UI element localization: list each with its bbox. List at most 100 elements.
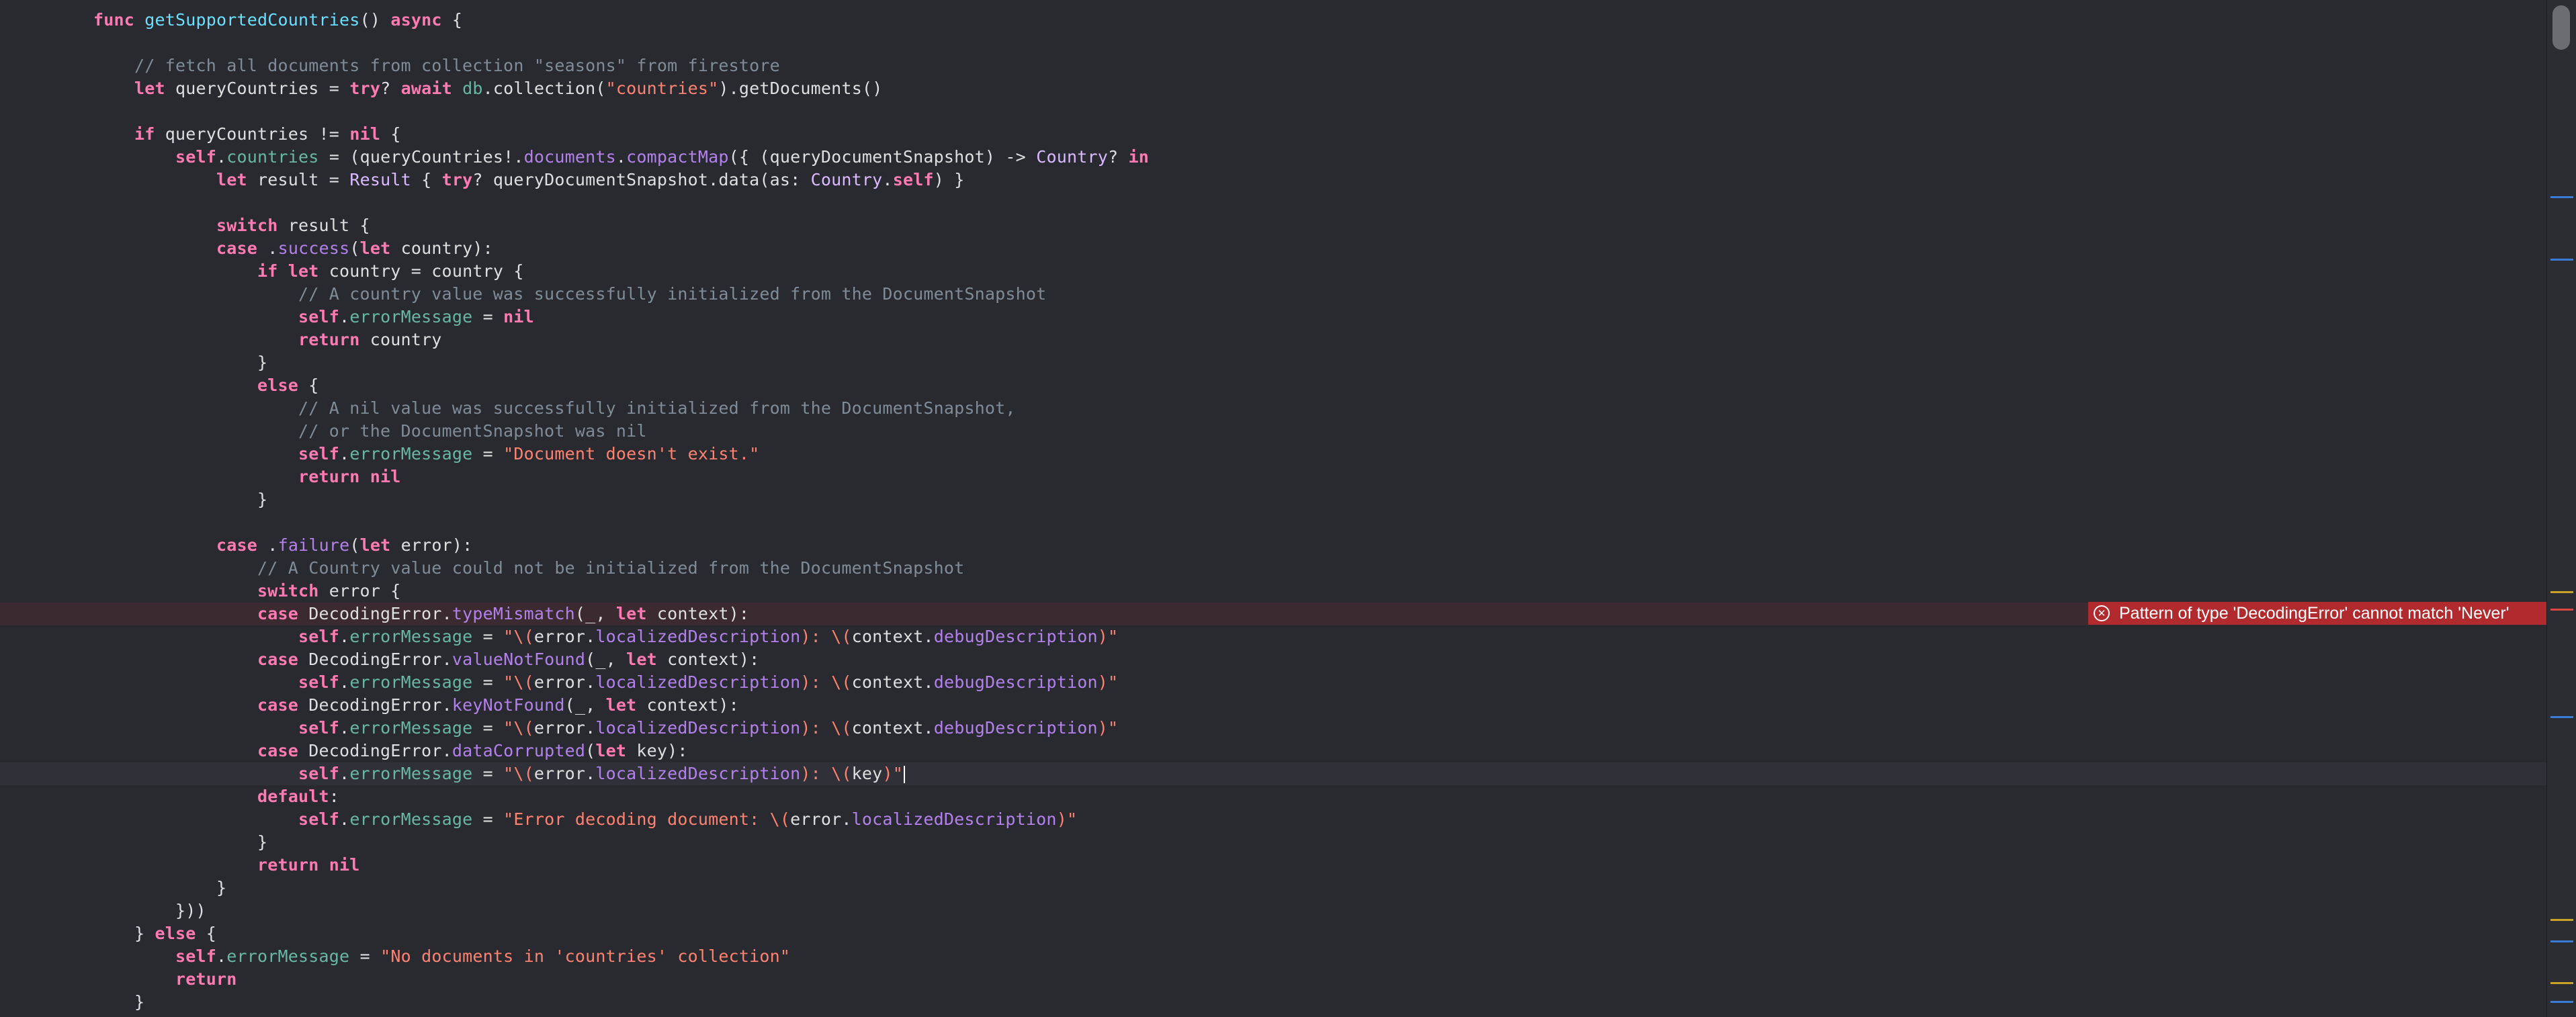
code-line[interactable]: if let country = country {: [0, 260, 2546, 283]
code-token: .: [216, 147, 227, 167]
code-line[interactable]: self.errorMessage = "Document doesn't ex…: [0, 443, 2546, 466]
code-token: }: [216, 878, 227, 897]
code-line[interactable]: switch result {: [0, 214, 2546, 237]
error-annotation[interactable]: ✕ Pattern of type 'DecodingError' cannot…: [2088, 602, 2546, 625]
code-token: =: [472, 809, 504, 829]
code-token: =: [472, 307, 504, 326]
code-line[interactable]: case DecodingError.valueNotFound(_, let …: [0, 648, 2546, 671]
code-line[interactable]: return nil: [0, 854, 2546, 877]
code-token: ): \(: [800, 718, 852, 738]
scrollbar-thumb[interactable]: [2552, 5, 2570, 50]
code-token: error):: [390, 535, 473, 555]
code-line[interactable]: // fetch all documents from collection "…: [0, 54, 2546, 77]
code-line[interactable]: case .failure(let error):: [0, 534, 2546, 557]
code-token: .: [615, 147, 627, 167]
code-token: ): \(: [800, 764, 852, 783]
code-line[interactable]: }: [0, 991, 2546, 1014]
code-line[interactable]: if queryCountries != nil {: [0, 123, 2546, 146]
code-token: typeMismatch: [452, 604, 575, 623]
code-token: // A country value was successfully init…: [298, 284, 1047, 304]
code-line[interactable]: self.countries = (queryCountries!.docume…: [0, 146, 2546, 169]
code-token: queryCountries !=: [155, 124, 350, 144]
code-token: queryCountries =: [165, 79, 350, 98]
code-token: compactMap: [626, 147, 729, 167]
text-cursor: [903, 766, 905, 783]
code-line[interactable]: }: [0, 877, 2546, 899]
code-token: key):: [626, 741, 688, 760]
code-line[interactable]: case DecodingError.dataCorrupted(let key…: [0, 740, 2546, 762]
code-token: =: [472, 627, 504, 646]
code-token: .: [339, 307, 350, 326]
code-token: documents: [523, 147, 616, 167]
code-line[interactable]: switch error {: [0, 580, 2546, 603]
code-line[interactable]: [0, 511, 2546, 534]
code-line[interactable]: // A Country value could not be initiali…: [0, 557, 2546, 580]
code-line[interactable]: let result = Result { try? queryDocument…: [0, 169, 2546, 191]
code-line[interactable]: self.errorMessage = "Error decoding docu…: [0, 808, 2546, 831]
code-line[interactable]: [0, 191, 2546, 214]
code-token: )": [1097, 627, 1119, 646]
code-token: =: [472, 444, 504, 463]
code-line[interactable]: self.errorMessage = "\(error.localizedDe…: [0, 717, 2546, 740]
code-line[interactable]: let queryCountries = try? await db.colle…: [0, 77, 2546, 100]
code-line[interactable]: [0, 100, 2546, 123]
code-token: localizedDescription: [595, 627, 801, 646]
code-token: nil: [349, 124, 381, 144]
code-line[interactable]: } else {: [0, 922, 2546, 945]
code-line[interactable]: return nil: [0, 466, 2546, 488]
code-token: error.: [533, 764, 596, 783]
code-token: ): \(: [800, 627, 852, 646]
code-line[interactable]: self.errorMessage = "\(error.localizedDe…: [0, 625, 2546, 648]
code-token: // or the DocumentSnapshot was nil: [298, 421, 647, 441]
code-line[interactable]: case .success(let country):: [0, 237, 2546, 260]
error-message: Pattern of type 'DecodingError' cannot m…: [2119, 603, 2509, 623]
scrollbar-marker: [2550, 609, 2573, 611]
code-token: context):: [646, 604, 750, 623]
code-token: (_,: [585, 650, 627, 669]
code-token: let: [605, 695, 637, 715]
code-token: errorMessage: [349, 307, 473, 326]
code-token: self: [298, 764, 340, 783]
code-line[interactable]: // A country value was successfully init…: [0, 283, 2546, 306]
code-token: errorMessage: [349, 627, 473, 646]
code-editor[interactable]: func getSupportedCountries() async { // …: [0, 0, 2546, 1017]
code-line[interactable]: })): [0, 899, 2546, 922]
scrollbar-track[interactable]: [2546, 0, 2576, 1017]
code-line[interactable]: [0, 32, 2546, 54]
code-line[interactable]: }: [0, 351, 2546, 374]
code-token: ({ (queryDocumentSnapshot) ->: [728, 147, 1037, 167]
code-token: localizedDescription: [595, 672, 801, 692]
code-line[interactable]: }: [0, 488, 2546, 511]
code-line[interactable]: func getSupportedCountries() async {: [0, 9, 2546, 32]
code-line[interactable]: else {: [0, 374, 2546, 397]
code-line[interactable]: case DecodingError.keyNotFound(_, let co…: [0, 694, 2546, 717]
code-token: // A nil value was successfully initiali…: [298, 398, 1016, 418]
code-line[interactable]: // or the DocumentSnapshot was nil: [0, 420, 2546, 443]
code-line[interactable]: return: [0, 968, 2546, 991]
code-token: failure: [277, 535, 350, 555]
code-line[interactable]: self.errorMessage = "\(error.localizedDe…: [0, 671, 2546, 694]
scrollbar-marker: [2550, 940, 2573, 942]
code-line[interactable]: default:: [0, 785, 2546, 808]
code-line[interactable]: return country: [0, 328, 2546, 351]
code-line[interactable]: // A nil value was successfully initiali…: [0, 397, 2546, 420]
code-token: debugDescription: [933, 672, 1098, 692]
code-token: self: [298, 444, 340, 463]
code-line[interactable]: }: [0, 831, 2546, 854]
code-line[interactable]: self.errorMessage = nil: [0, 306, 2546, 328]
code-token: // fetch all documents from collection "…: [134, 56, 780, 75]
code-line[interactable]: self.errorMessage = "No documents in 'co…: [0, 945, 2546, 968]
code-token: .: [339, 444, 350, 463]
code-line[interactable]: self.errorMessage = "\(error.localizedDe…: [0, 762, 2546, 785]
